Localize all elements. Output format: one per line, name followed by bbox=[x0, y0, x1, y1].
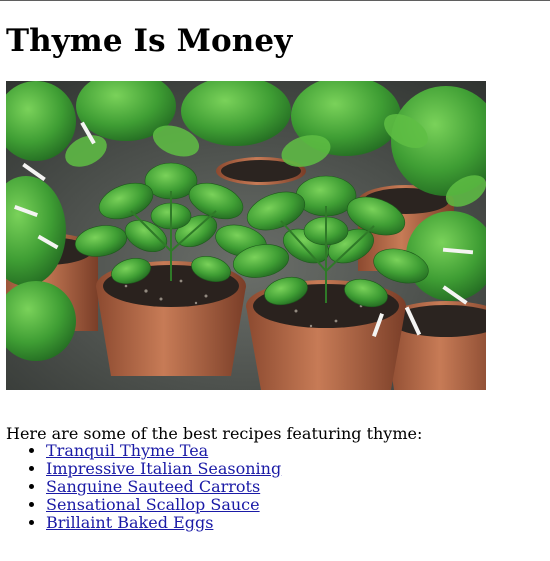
recipe-link-scallop-sauce[interactable]: Sensational Scallop Sauce bbox=[46, 495, 260, 514]
list-item: Impressive Italian Seasoning bbox=[46, 460, 281, 478]
list-item: Tranquil Thyme Tea bbox=[46, 442, 281, 460]
recipe-link-tea[interactable]: Tranquil Thyme Tea bbox=[46, 441, 208, 460]
recipe-link-carrots[interactable]: Sanguine Sauteed Carrots bbox=[46, 477, 260, 496]
recipe-list: Tranquil Thyme Tea Impressive Italian Se… bbox=[6, 442, 281, 532]
page-title: Thyme Is Money bbox=[6, 23, 293, 59]
recipe-link-seasoning[interactable]: Impressive Italian Seasoning bbox=[46, 459, 281, 478]
recipe-link-eggs[interactable]: Brillaint Baked Eggs bbox=[46, 513, 213, 532]
herb-pots-photo bbox=[6, 81, 486, 390]
window-top-border bbox=[0, 0, 550, 1]
list-item: Brillaint Baked Eggs bbox=[46, 514, 281, 532]
herb-pots-illustration bbox=[6, 81, 486, 390]
list-item: Sensational Scallop Sauce bbox=[46, 496, 281, 514]
list-item: Sanguine Sauteed Carrots bbox=[46, 478, 281, 496]
